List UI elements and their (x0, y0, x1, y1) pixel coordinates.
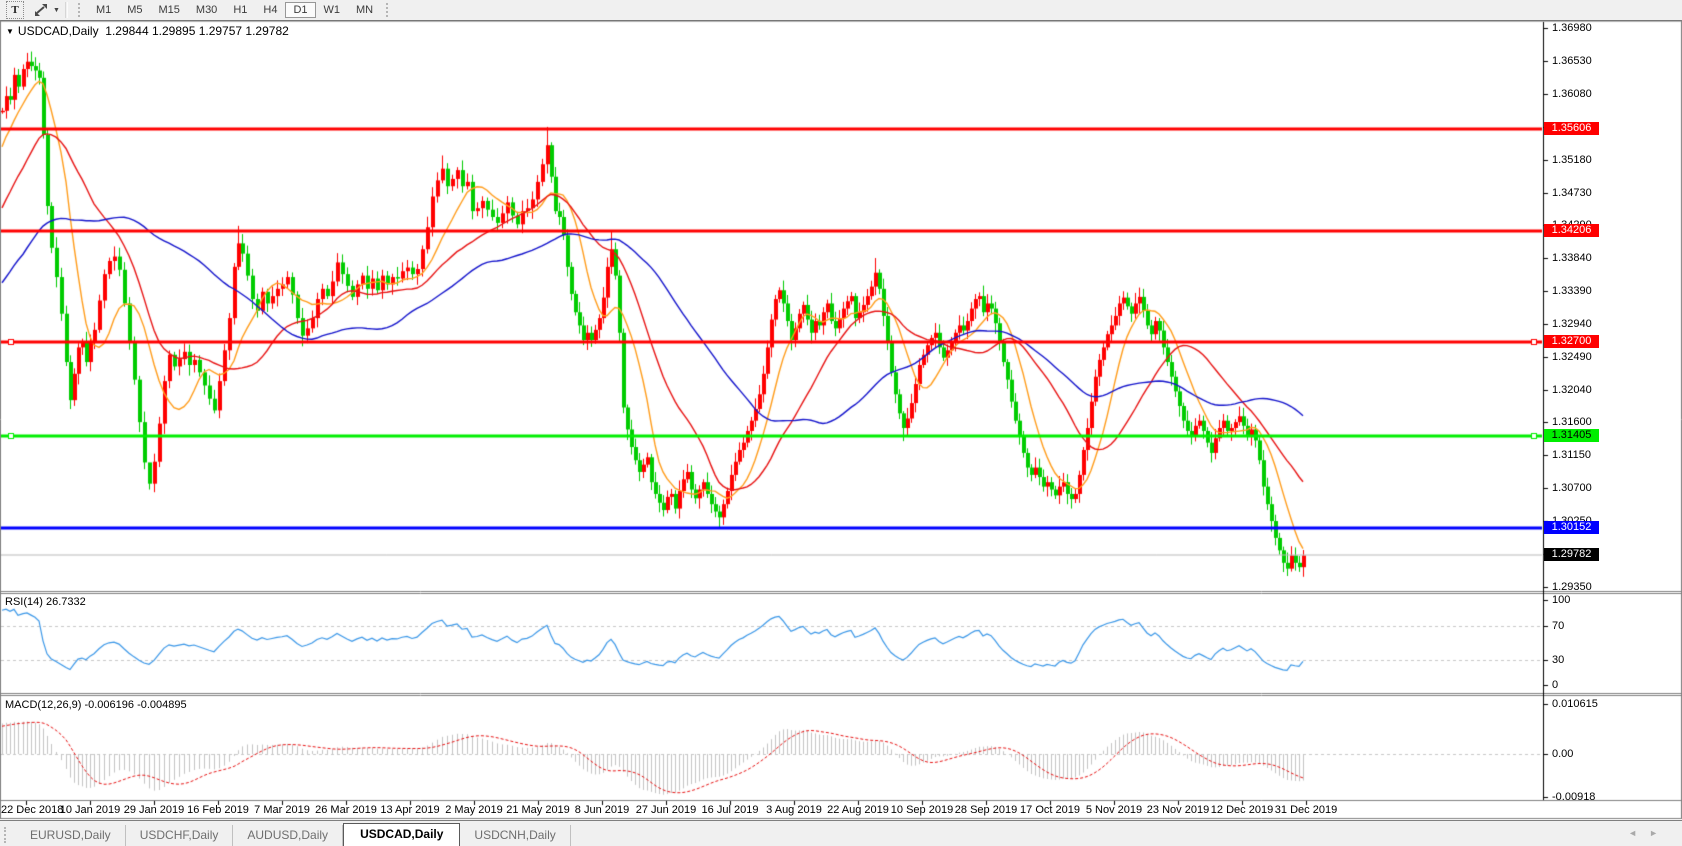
tab-scroll-left-icon[interactable]: ◄ (1628, 828, 1649, 838)
text-label-tool-button[interactable]: T (6, 1, 24, 19)
tab-audusd-daily[interactable]: AUDUSD,Daily (233, 825, 343, 846)
chart-style-icon[interactable] (32, 2, 50, 18)
timeframe-button-M15[interactable]: M15 (151, 2, 188, 18)
timeframe-button-D1[interactable]: D1 (285, 2, 315, 18)
timeframe-button-M30[interactable]: M30 (188, 2, 225, 18)
timeframe-button-M5[interactable]: M5 (119, 2, 150, 18)
chart-tab-bar: EURUSD,DailyUSDCHF,DailyAUDUSD,DailyUSDC… (0, 820, 1682, 846)
timeframe-button-W1[interactable]: W1 (316, 2, 349, 18)
dropdown-caret-icon[interactable]: ▼ (53, 7, 60, 14)
diagonal-arrows-icon (33, 3, 49, 17)
price-chart-canvas[interactable] (0, 20, 1682, 820)
timeframe-button-M1[interactable]: M1 (88, 2, 119, 18)
tab-scroll-right-icon[interactable]: ► (1649, 828, 1670, 838)
tab-usdcnh-daily[interactable]: USDCNH,Daily (460, 825, 570, 846)
timeframe-button-H4[interactable]: H4 (255, 2, 285, 18)
tab-scroll-arrows: ◄► (1628, 828, 1670, 838)
chart-window (0, 20, 1682, 820)
tabbar-grip (4, 827, 10, 843)
toolbar-grip (386, 3, 391, 17)
timeframe-button-H1[interactable]: H1 (225, 2, 255, 18)
tab-eurusd-daily[interactable]: EURUSD,Daily (16, 825, 126, 846)
timeframe-button-group: M1M5M15M30H1H4D1W1MN (88, 2, 381, 18)
tab-usdchf-daily[interactable]: USDCHF,Daily (126, 825, 234, 846)
tab-usdcad-daily[interactable]: USDCAD,Daily (343, 823, 460, 846)
top-toolbar: T ▼ M1M5M15M30H1H4D1W1MN (0, 0, 1682, 20)
toolbar-grip (78, 3, 83, 17)
timeframe-button-MN[interactable]: MN (348, 2, 381, 18)
toolbar-separator (65, 2, 68, 18)
